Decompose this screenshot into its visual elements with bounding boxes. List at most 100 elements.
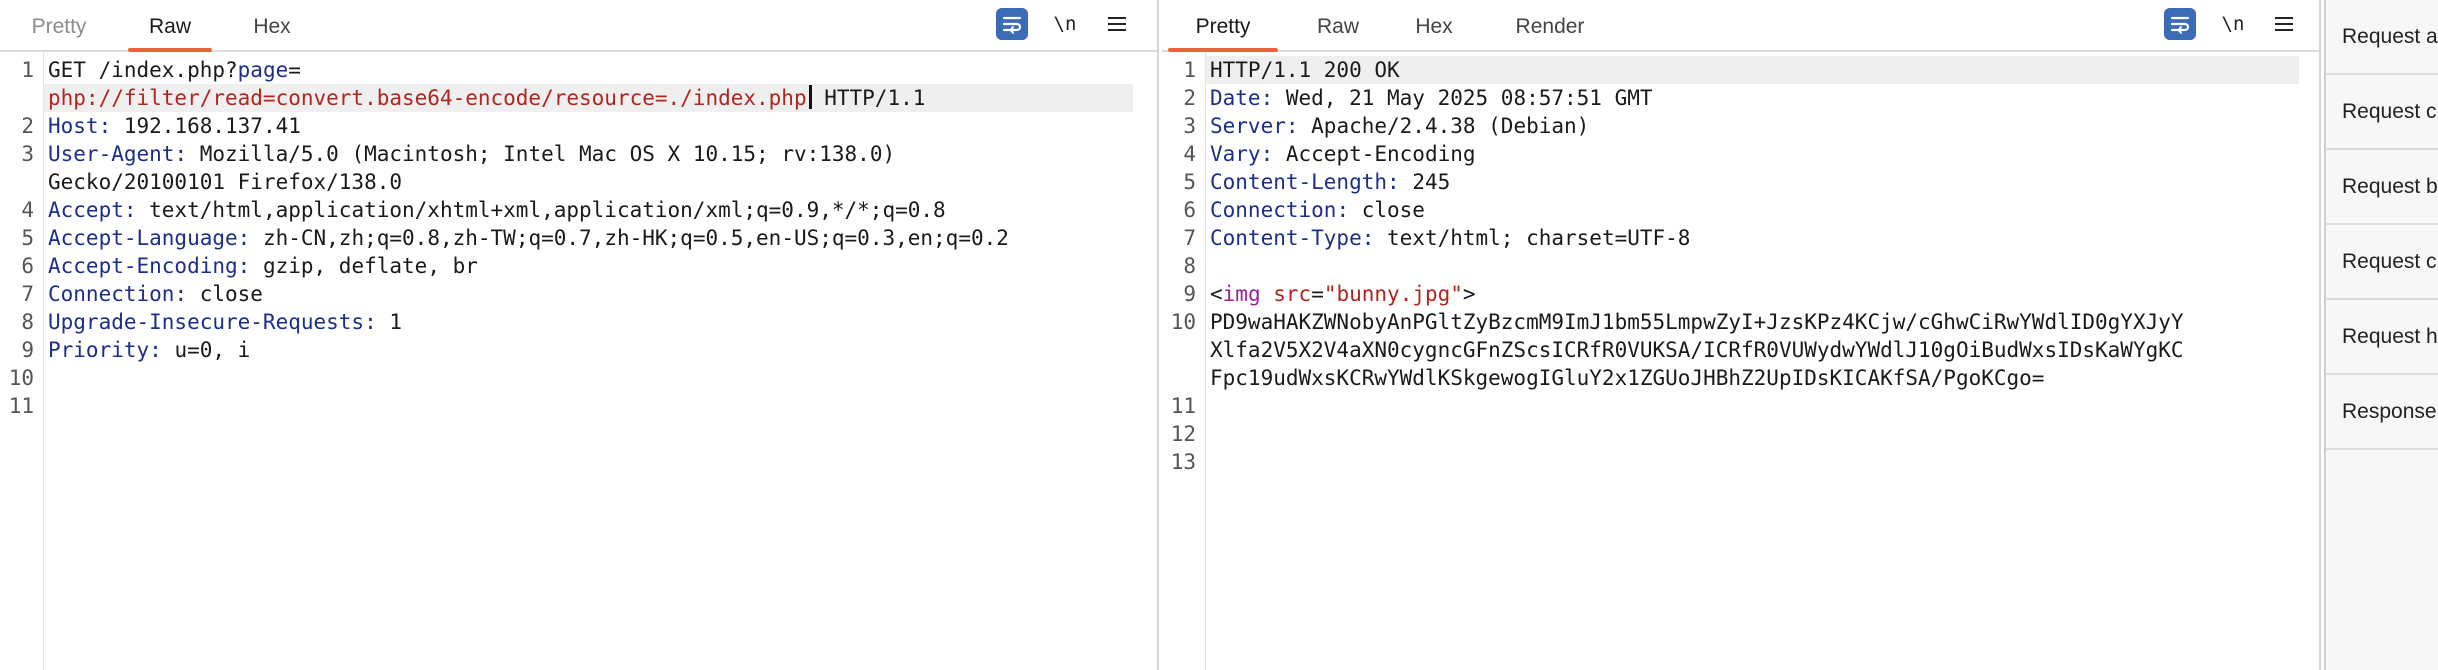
- html-tag-name: img: [1222, 282, 1261, 306]
- header-name: Date: [1210, 86, 1261, 110]
- attr-equals: =: [1311, 282, 1324, 306]
- request-tab-hex[interactable]: Hex: [246, 0, 298, 50]
- line-number: 9: [1183, 282, 1196, 306]
- line-number: 2: [21, 114, 34, 138]
- request-line-continuation: php://filter/read=convert.base64-encode/…: [44, 84, 1133, 112]
- empty-line: 10: [0, 364, 1157, 392]
- line-number: 9: [21, 338, 34, 362]
- body-base64-line: Xlfa2V5X2V4aXN0cygncGFnZScsICRfR0VUKSA/I…: [1162, 336, 2319, 364]
- inspector-item[interactable]: Request c: [2326, 75, 2438, 150]
- base64-text: Xlfa2V5X2V4aXN0cygncGFnZScsICRfR0VUKSA/I…: [1210, 338, 2184, 362]
- line-number: 6: [1183, 198, 1196, 222]
- base64-text: PD9waHAKZWNobyAnPGltZyBzcmM9ImJ1bm55Lmpw…: [1210, 310, 2184, 334]
- header-value: 1: [389, 310, 403, 334]
- line-number: 1: [1183, 58, 1196, 82]
- response-tab-render[interactable]: Render: [1510, 0, 1590, 50]
- inspector-item[interactable]: Request a: [2326, 0, 2438, 75]
- response-editor[interactable]: 1 HTTP/1.1 200 OK 2 Date: Wed, 21 May 20…: [1162, 52, 2319, 670]
- header-value: Accept-Encoding: [1285, 142, 1476, 166]
- header-value: close: [1361, 198, 1425, 222]
- http-version: HTTP/1.1: [811, 86, 926, 110]
- header-value: Mozilla/5.0 (Macintosh; Intel Mac OS X 1…: [199, 142, 896, 166]
- body-html-line: 9 <img src="bunny.jpg">: [1162, 280, 2319, 308]
- header-line: 8 Upgrade-Insecure-Requests: 1: [0, 308, 1157, 336]
- empty-line: 11: [0, 392, 1157, 420]
- line-number: 5: [1183, 170, 1196, 194]
- request-line: 1 GET /index.php?page=: [0, 56, 1157, 84]
- header-line: 2 Host: 192.168.137.41: [0, 112, 1157, 140]
- line-number: 5: [21, 226, 34, 250]
- line-number: 3: [21, 142, 34, 166]
- query-param-value: php://filter/read=convert.base64-encode/…: [48, 86, 807, 110]
- response-tab-bar: Pretty Raw Hex Render \n: [1162, 0, 2319, 52]
- header-value-continuation: Gecko/20100101 Firefox/138.0: [48, 170, 403, 194]
- request-editor[interactable]: 1 GET /index.php?page= php://filter/read…: [0, 52, 1157, 670]
- body-base64-line: 10 PD9waHAKZWNobyAnPGltZyBzcmM9ImJ1bm55L…: [1162, 308, 2319, 336]
- header-name: Connection: [48, 282, 175, 306]
- request-tab-raw[interactable]: Raw: [128, 0, 212, 52]
- header-name: User-Agent: [48, 142, 175, 166]
- empty-line: 12: [1162, 420, 2319, 448]
- line-number: 12: [1170, 422, 1196, 446]
- header-value: 192.168.137.41: [123, 114, 301, 138]
- base64-text: Fpc19udWxsKCRwYWdlKSkgewogIGluY2x1ZGUoJH…: [1210, 366, 2045, 390]
- header-line: 3 Server: Apache/2.4.38 (Debian): [1162, 112, 2319, 140]
- header-line: 9 Priority: u=0, i: [0, 336, 1157, 364]
- request-menu-icon[interactable]: [1105, 8, 1129, 40]
- header-line-continuation: Gecko/20100101 Firefox/138.0: [0, 168, 1157, 196]
- header-name: Content-Length: [1210, 170, 1388, 194]
- response-menu-icon[interactable]: [2272, 8, 2296, 40]
- inspector-item[interactable]: Response: [2326, 375, 2438, 450]
- header-line: 5 Accept-Language: zh-CN,zh;q=0.8,zh-TW;…: [0, 224, 1157, 252]
- header-name: Connection: [1210, 198, 1337, 222]
- response-pane: Pretty Raw Hex Render \n 1 HTTP/1.1 200 …: [1162, 0, 2321, 670]
- line-number: 10: [1170, 310, 1196, 334]
- line-number: 10: [8, 366, 34, 390]
- request-newline-toggle[interactable]: \n: [1048, 8, 1082, 40]
- empty-line: 11: [1162, 392, 2319, 420]
- request-wrap-lines-button[interactable]: [996, 8, 1028, 40]
- request-method-path: GET /index.php?: [48, 58, 238, 82]
- line-number: 3: [1183, 114, 1196, 138]
- request-tab-bar: Pretty Raw Hex \n: [0, 0, 1157, 52]
- line-number: 7: [1183, 226, 1196, 250]
- response-tab-pretty[interactable]: Pretty: [1168, 0, 1278, 52]
- inspector-item[interactable]: Request b: [2326, 150, 2438, 225]
- header-name: Accept-Language: [48, 226, 238, 250]
- line-number: 13: [1170, 450, 1196, 474]
- header-value: Apache/2.4.38 (Debian): [1311, 114, 1590, 138]
- header-value: zh-CN,zh;q=0.8,zh-TW;q=0.7,zh-HK;q=0.5,e…: [262, 226, 1009, 250]
- header-line: 2 Date: Wed, 21 May 2025 08:57:51 GMT: [1162, 84, 2319, 112]
- line-number: 7: [21, 282, 34, 306]
- empty-line: 13: [1162, 448, 2319, 476]
- query-param-name: page: [237, 58, 289, 82]
- line-number: 2: [1183, 86, 1196, 110]
- line-number: 8: [21, 310, 34, 334]
- header-line: 5 Content-Length: 245: [1162, 168, 2319, 196]
- header-value: close: [199, 282, 263, 306]
- header-name: Accept-Encoding: [48, 254, 238, 278]
- header-name: Accept: [48, 198, 124, 222]
- header-name: Host: [48, 114, 99, 138]
- status-line-text: HTTP/1.1 200 OK: [1210, 58, 1400, 82]
- tag-close-bracket: >: [1462, 282, 1476, 306]
- header-name: Vary: [1210, 142, 1261, 166]
- request-pane: Pretty Raw Hex \n 1 GET /index.php?page=…: [0, 0, 1159, 670]
- wrap-lines-icon: [996, 8, 1028, 40]
- request-tab-pretty[interactable]: Pretty: [20, 0, 98, 50]
- header-value: u=0, i: [174, 338, 251, 362]
- body-base64-line: Fpc19udWxsKCRwYWdlKSkgewogIGluY2x1ZGUoJH…: [1162, 364, 2319, 392]
- response-wrap-lines-button[interactable]: [2164, 8, 2196, 40]
- query-equals: =: [288, 58, 301, 82]
- inspector-item[interactable]: Request c: [2326, 225, 2438, 300]
- header-line: 6 Accept-Encoding: gzip, deflate, br: [0, 252, 1157, 280]
- line-number: 11: [1170, 394, 1196, 418]
- response-tab-hex[interactable]: Hex: [1408, 0, 1460, 50]
- header-value: text/html; charset=UTF-8: [1387, 226, 1691, 250]
- response-newline-toggle[interactable]: \n: [2216, 8, 2250, 40]
- line-number: 8: [1183, 254, 1196, 278]
- response-tab-raw[interactable]: Raw: [1308, 0, 1368, 50]
- inspector-item[interactable]: Request h: [2326, 300, 2438, 375]
- status-line: 1 HTTP/1.1 200 OK: [1183, 56, 2299, 84]
- header-line: 3 User-Agent: Mozilla/5.0 (Macintosh; In…: [0, 140, 1157, 168]
